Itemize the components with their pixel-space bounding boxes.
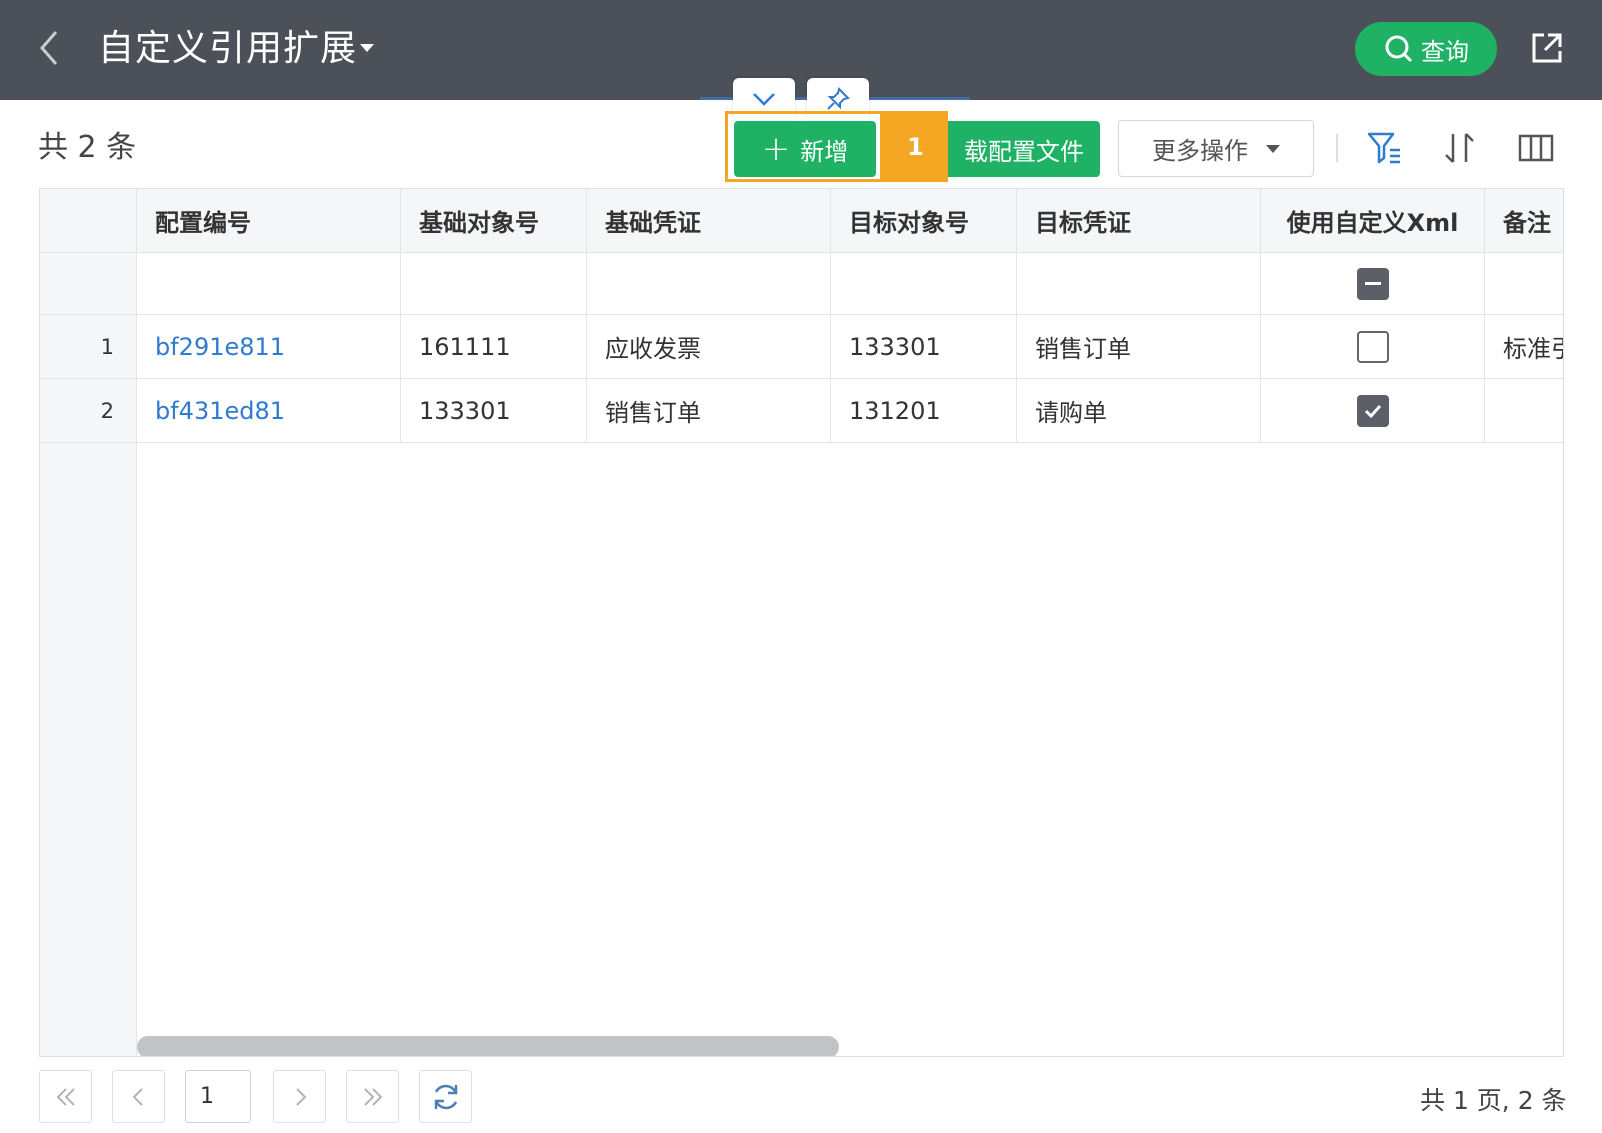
base-doc-cell: 销售订单: [587, 379, 831, 442]
record-count: 共 2 条: [38, 130, 137, 165]
target-object-cell: 133301: [831, 315, 1017, 378]
app-header: 自定义引用扩展 查询: [0, 0, 1602, 100]
filter-cell[interactable]: [587, 253, 831, 314]
row-number-gutter: [40, 443, 137, 1056]
pagination-info: 共 1 页, 2 条: [1420, 1086, 1567, 1115]
target-doc-cell: 请购单: [1017, 379, 1261, 442]
title-dropdown-icon[interactable]: [360, 44, 374, 52]
base-doc-cell: 应收发票: [587, 315, 831, 378]
remark-cell: 标准引: [1503, 335, 1563, 363]
chevron-down-icon: [753, 93, 775, 106]
chevron-right-icon: [295, 1087, 306, 1106]
filter-index-cell: [40, 253, 137, 314]
more-actions-label: 更多操作: [1152, 137, 1248, 165]
column-header[interactable]: 使用自定义Xml: [1261, 189, 1485, 252]
next-page-button[interactable]: [273, 1070, 326, 1123]
caret-down-icon: [1266, 144, 1280, 153]
column-header[interactable]: 基础凭证: [587, 189, 831, 252]
sort-icon[interactable]: [1440, 128, 1480, 168]
base-object-cell: 161111: [401, 315, 587, 378]
pin-header-button[interactable]: [807, 78, 869, 120]
double-chevron-right-icon: [363, 1087, 382, 1106]
query-button-label: 查询: [1421, 37, 1469, 66]
base-object-cell: 133301: [401, 379, 587, 442]
page-title: 自定义引用扩展: [98, 28, 358, 69]
filter-cell[interactable]: [401, 253, 587, 314]
refresh-icon: [434, 1084, 457, 1109]
filter-icon[interactable]: [1365, 128, 1405, 168]
collapse-header-button[interactable]: [733, 78, 795, 120]
columns-icon[interactable]: [1516, 128, 1556, 168]
check-icon: [1364, 404, 1381, 418]
column-header[interactable]: 目标凭证: [1017, 189, 1261, 252]
search-icon: [1385, 35, 1413, 63]
filter-cell[interactable]: [1261, 253, 1485, 314]
data-table: 配置编号 基础对象号 基础凭证 目标对象号 目标凭证 使用自定义Xml 备注 1…: [39, 188, 1564, 1057]
custom-xml-checkbox[interactable]: [1356, 394, 1389, 427]
index-header: [40, 189, 137, 252]
filter-row: [40, 253, 1563, 315]
target-object-cell: 131201: [831, 379, 1017, 442]
row-index: 1: [40, 315, 137, 378]
double-chevron-left-icon: [56, 1087, 75, 1106]
filter-cell[interactable]: [831, 253, 1017, 314]
column-header[interactable]: 配置编号: [137, 189, 401, 252]
plus-icon: +: [761, 129, 791, 169]
first-page-button[interactable]: [39, 1070, 92, 1123]
filter-checkbox-indeterminate[interactable]: [1356, 267, 1389, 300]
add-button[interactable]: + 新增: [734, 121, 876, 177]
query-button[interactable]: 查询: [1355, 22, 1497, 76]
prev-page-button[interactable]: [112, 1070, 165, 1123]
refresh-button[interactable]: [419, 1070, 472, 1123]
table-row[interactable]: 2 bf431ed81 133301 销售订单 131201 请购单: [40, 379, 1563, 443]
chevron-left-icon: [132, 1087, 143, 1106]
add-button-label: 新增: [800, 137, 849, 166]
column-header[interactable]: 基础对象号: [401, 189, 587, 252]
pin-icon: [827, 87, 850, 110]
download-config-label: 载配置文件: [964, 137, 1084, 166]
scrollbar-thumb[interactable]: [137, 1036, 839, 1056]
column-header[interactable]: 目标对象号: [831, 189, 1017, 252]
filter-cell[interactable]: [1017, 253, 1261, 314]
custom-xml-cell: [1261, 315, 1485, 378]
open-external-icon[interactable]: [1528, 29, 1566, 67]
config-no-link[interactable]: bf431ed81: [137, 379, 401, 442]
custom-xml-cell: [1261, 379, 1485, 442]
column-header[interactable]: 备注: [1485, 189, 1563, 252]
last-page-button[interactable]: [346, 1070, 399, 1123]
filter-cell[interactable]: [137, 253, 401, 314]
page-number-input[interactable]: [185, 1070, 251, 1123]
back-icon[interactable]: [32, 28, 66, 68]
table-row[interactable]: 1 bf291e811 161111 应收发票 133301 销售订单 标准引: [40, 315, 1563, 379]
filter-cell[interactable]: [1485, 253, 1563, 314]
download-config-button[interactable]: 载配置文件: [948, 121, 1100, 177]
more-actions-dropdown[interactable]: 更多操作: [1118, 120, 1314, 177]
horizontal-scrollbar[interactable]: [137, 1036, 1563, 1056]
toolbar-divider: [1336, 134, 1338, 162]
custom-xml-checkbox[interactable]: [1356, 330, 1389, 363]
config-no-link[interactable]: bf291e811: [137, 315, 401, 378]
row-index: 2: [40, 379, 137, 442]
remark-cell: [1485, 379, 1563, 442]
table-header-row: 配置编号 基础对象号 基础凭证 目标对象号 目标凭证 使用自定义Xml 备注: [40, 189, 1563, 253]
target-doc-cell: 销售订单: [1017, 315, 1261, 378]
step-badge: 1: [883, 111, 948, 182]
